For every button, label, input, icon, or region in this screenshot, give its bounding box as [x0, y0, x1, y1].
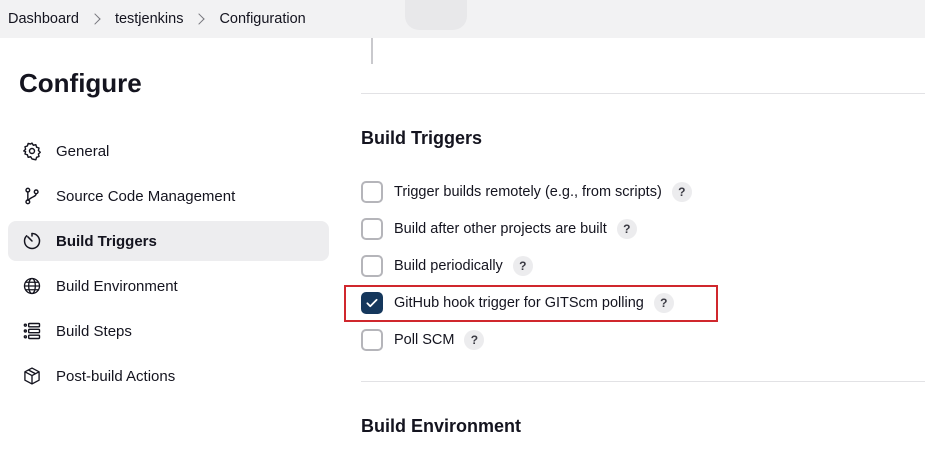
checkbox-label[interactable]: Trigger builds remotely (e.g., from scri…: [394, 184, 662, 200]
checkbox[interactable]: [361, 255, 383, 277]
branch-icon: [22, 186, 42, 206]
sidebar-item-source-code-management[interactable]: Source Code Management: [8, 176, 329, 216]
globe-icon: [22, 276, 42, 296]
section-divider: [361, 381, 925, 382]
checkbox[interactable]: [361, 218, 383, 240]
trigger-option-periodically: Build periodically ?: [361, 254, 533, 278]
breadcrumb-configuration[interactable]: Configuration: [219, 11, 305, 27]
list-icon: [22, 321, 42, 341]
sidebar-item-build-triggers[interactable]: Build Triggers: [8, 221, 329, 261]
trigger-option-remote: Trigger builds remotely (e.g., from scri…: [361, 180, 692, 204]
sidebar-item-build-steps[interactable]: Build Steps: [8, 311, 329, 351]
checkbox-label[interactable]: Build periodically: [394, 258, 503, 274]
sidebar-item-label: Build Triggers: [56, 232, 157, 250]
breadcrumb: Dashboard testjenkins Configuration: [0, 0, 925, 38]
checkbox[interactable]: [361, 329, 383, 351]
checkbox-label[interactable]: Build after other projects are built: [394, 221, 607, 237]
sidebar-item-label: Build Steps: [56, 322, 132, 340]
section-divider: [361, 93, 925, 94]
sidebar-item-build-environment[interactable]: Build Environment: [8, 266, 329, 306]
build-environment-heading: Build Environment: [361, 416, 522, 436]
sidebar-item-label: Build Environment: [56, 277, 178, 295]
sidebar-item-label: Post-build Actions: [56, 367, 176, 385]
previous-section-edge: [371, 38, 373, 64]
help-icon[interactable]: ?: [464, 330, 485, 350]
sidebar-item-label: Source Code Management: [56, 187, 236, 205]
build-triggers-heading: Build Triggers: [361, 128, 483, 148]
sidebar-item-general[interactable]: General: [8, 131, 329, 171]
sidebar-item-post-build-actions[interactable]: Post-build Actions: [8, 356, 329, 396]
trigger-option-poll-scm: Poll SCM ?: [361, 328, 485, 352]
breadcrumb-project[interactable]: testjenkins: [115, 11, 184, 27]
checkbox[interactable]: [361, 181, 383, 203]
package-icon: [22, 366, 42, 386]
sidebar-item-label: General: [56, 142, 110, 160]
page-title: Configure: [19, 68, 142, 98]
trigger-option-after-other-projects: Build after other projects are built ?: [361, 217, 637, 241]
highlight-annotation: [344, 285, 718, 322]
chevron-right-icon: [193, 13, 206, 25]
faded-overlay: [405, 0, 467, 30]
gear-icon: [22, 141, 42, 161]
timer-icon: [22, 231, 42, 251]
help-icon[interactable]: ?: [671, 182, 692, 202]
breadcrumb-dashboard[interactable]: Dashboard: [8, 11, 79, 27]
chevron-right-icon: [89, 13, 101, 25]
help-icon[interactable]: ?: [616, 219, 637, 239]
help-icon[interactable]: ?: [512, 256, 533, 276]
checkbox-label[interactable]: Poll SCM: [394, 332, 454, 348]
